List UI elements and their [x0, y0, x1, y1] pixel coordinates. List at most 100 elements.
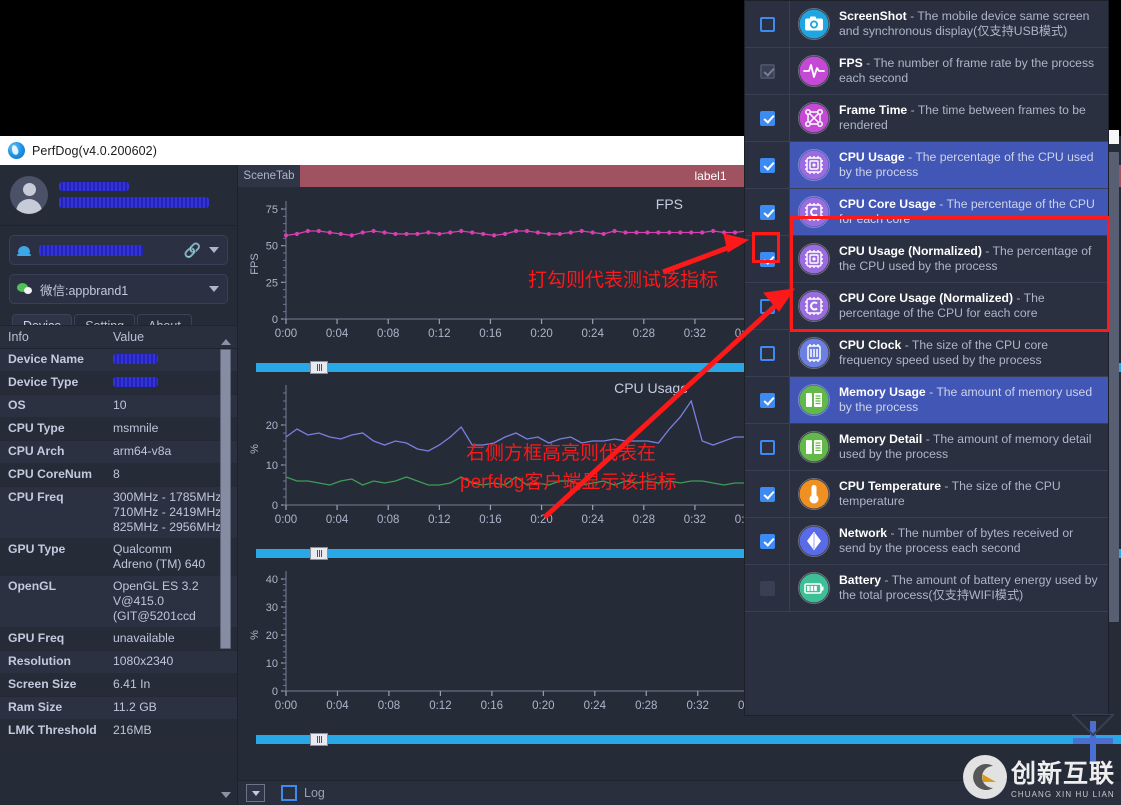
- x-tick-label: 0:28: [635, 700, 657, 712]
- series-marker: [513, 228, 519, 234]
- link-icon[interactable]: 🔗: [184, 243, 201, 257]
- panel-scrollbar[interactable]: [1109, 152, 1119, 672]
- series-marker: [437, 231, 442, 237]
- metric-checkbox-cell[interactable]: [745, 48, 790, 94]
- metric-checkbox[interactable]: [759, 298, 775, 314]
- table-row[interactable]: GPU Freq unavailable: [0, 628, 237, 651]
- table-row[interactable]: Device Type: [0, 372, 237, 395]
- scroll-down-button[interactable]: [220, 790, 231, 800]
- app-combo[interactable]: 微信:appbrand1: [9, 274, 228, 304]
- metric-checkbox-cell[interactable]: [745, 236, 790, 282]
- log-dropdown-button[interactable]: [246, 784, 265, 802]
- camera-icon: [798, 8, 830, 40]
- table-row[interactable]: CPU Type msmnile: [0, 418, 237, 441]
- scroll-up-button[interactable]: [220, 337, 231, 347]
- cpu-clock-icon: [798, 337, 830, 369]
- table-row[interactable]: CPU CoreNum 8: [0, 464, 237, 487]
- hscroll-track[interactable]: [256, 735, 1121, 744]
- cpu-core-icon: [798, 290, 830, 322]
- metric-checkbox[interactable]: [759, 486, 775, 502]
- chart-core-hscroll[interactable]: [238, 733, 1121, 746]
- table-row[interactable]: CPU Arch arm64-v8a: [0, 441, 237, 464]
- info-table-scrollbar[interactable]: [220, 339, 231, 798]
- table-row[interactable]: OpenGL OpenGL ES 3.2 V@415.0 (GIT@5201ccd: [0, 576, 237, 628]
- metric-row-memory-usage[interactable]: Memory Usage - The amount of memory used…: [745, 377, 1108, 424]
- metric-row-frame-time[interactable]: Frame Time - The time between frames to …: [745, 95, 1108, 142]
- x-tick-label: 0:20: [532, 700, 554, 712]
- metric-row-battery[interactable]: Battery - The amount of battery energy u…: [745, 565, 1108, 612]
- metric-row-memory-detail[interactable]: Memory Detail - The amount of memory det…: [745, 424, 1108, 471]
- metric-name: Memory Detail: [839, 431, 923, 446]
- metric-checkbox[interactable]: [759, 16, 775, 32]
- metric-checkbox-cell[interactable]: [745, 377, 790, 423]
- hscroll-grip[interactable]: [310, 733, 328, 746]
- metric-checkbox-cell[interactable]: [745, 142, 790, 188]
- series-marker: [678, 230, 683, 235]
- table-row[interactable]: Device Name: [0, 349, 237, 372]
- metric-row-network[interactable]: Network - The number of bytes received o…: [745, 518, 1108, 565]
- log-checkbox[interactable]: [281, 785, 297, 801]
- info-key: OS: [8, 398, 26, 412]
- table-row[interactable]: Ram Size 11.2 GB: [0, 697, 237, 720]
- android-icon: [17, 243, 31, 257]
- metric-checkbox[interactable]: [759, 345, 775, 361]
- metric-name: Battery: [839, 572, 881, 587]
- x-tick-label: 0:04: [326, 700, 349, 712]
- series-marker: [535, 230, 540, 235]
- info-value: Qualcomm Adreno (TM) 640: [113, 542, 206, 571]
- scene-tab[interactable]: SceneTab: [238, 165, 300, 187]
- metric-row-cpu-usage-normalized[interactable]: CPU Usage (Normalized) - The percentage …: [745, 236, 1108, 283]
- metric-checkbox[interactable]: [759, 251, 775, 267]
- metric-checkbox-cell[interactable]: [745, 95, 790, 141]
- metric-checkbox[interactable]: [759, 63, 775, 79]
- memory-icon: [798, 431, 830, 463]
- metric-row-cpu-core-usage[interactable]: CPU Core Usage - The percentage of the C…: [745, 189, 1108, 236]
- y-tick-label: 75: [266, 204, 278, 216]
- metric-checkbox-cell[interactable]: [745, 330, 790, 376]
- metric-checkbox-cell[interactable]: [745, 283, 790, 329]
- table-row[interactable]: CPU Freq 300MHz - 1785MHz 710MHz - 2419MH…: [0, 487, 237, 539]
- metric-checkbox[interactable]: [759, 204, 775, 220]
- table-row[interactable]: Resolution 1080x2340: [0, 651, 237, 674]
- metric-checkbox-cell[interactable]: [745, 471, 790, 517]
- table-header: Info Value: [0, 325, 237, 349]
- scrollbar-thumb[interactable]: [220, 349, 231, 649]
- metric-checkbox-cell[interactable]: [745, 1, 790, 47]
- x-tick-label: 0:12: [428, 328, 450, 340]
- x-tick-label: 0:24: [584, 700, 607, 712]
- metric-row-cpu-core-usage-normalized[interactable]: CPU Core Usage (Normalized) - The percen…: [745, 283, 1108, 330]
- metric-checkbox[interactable]: [759, 392, 775, 408]
- metric-body: Memory Detail - The amount of memory det…: [790, 424, 1108, 470]
- metric-row-screenshot[interactable]: ScreenShot - The mobile device same scre…: [745, 1, 1108, 48]
- metric-row-cpu-usage[interactable]: CPU Usage - The percentage of the CPU us…: [745, 142, 1108, 189]
- metric-checkbox-cell[interactable]: [745, 518, 790, 564]
- metric-checkbox[interactable]: [759, 439, 775, 455]
- metric-checkbox-cell[interactable]: [745, 565, 790, 611]
- x-tick-label: 0:32: [684, 514, 706, 526]
- metric-name: Memory Usage: [839, 384, 926, 399]
- metric-checkbox-cell[interactable]: [745, 424, 790, 470]
- metric-checkbox-cell[interactable]: [745, 189, 790, 235]
- table-row[interactable]: LMK Threshold 216MB: [0, 720, 237, 743]
- metric-checkbox[interactable]: [759, 157, 775, 173]
- metric-row-cpu-clock[interactable]: CPU Clock - The size of the CPU core fre…: [745, 330, 1108, 377]
- metric-row-fps[interactable]: FPS - The number of frame rate by the pr…: [745, 48, 1108, 95]
- metric-checkbox[interactable]: [759, 110, 775, 126]
- scene-label: label1: [694, 169, 727, 183]
- x-tick-label: 0:24: [581, 328, 604, 340]
- info-key: Screen Size: [8, 677, 77, 691]
- series-marker: [546, 231, 551, 237]
- panel-scrollbar-thumb[interactable]: [1109, 152, 1119, 622]
- table-row[interactable]: Screen Size 6.41 In: [0, 674, 237, 697]
- metric-name: CPU Usage: [839, 149, 905, 164]
- metric-row-cpu-temperature[interactable]: CPU Temperature - The size of the CPU te…: [745, 471, 1108, 518]
- annotation-highlight-meaning-line1: 右侧方框高亮则代表在: [466, 443, 657, 464]
- y-tick-label: 50: [266, 241, 278, 253]
- metric-checkbox[interactable]: [759, 533, 775, 549]
- table-row[interactable]: GPU Type Qualcomm Adreno (TM) 640: [0, 539, 237, 576]
- device-combo[interactable]: 🔗: [9, 235, 228, 265]
- window-title: PerfDog(v4.0.200602): [32, 143, 157, 158]
- metric-checkbox[interactable]: [759, 580, 775, 596]
- col-header-info: Info: [8, 330, 29, 344]
- table-row[interactable]: OS 10: [0, 395, 237, 418]
